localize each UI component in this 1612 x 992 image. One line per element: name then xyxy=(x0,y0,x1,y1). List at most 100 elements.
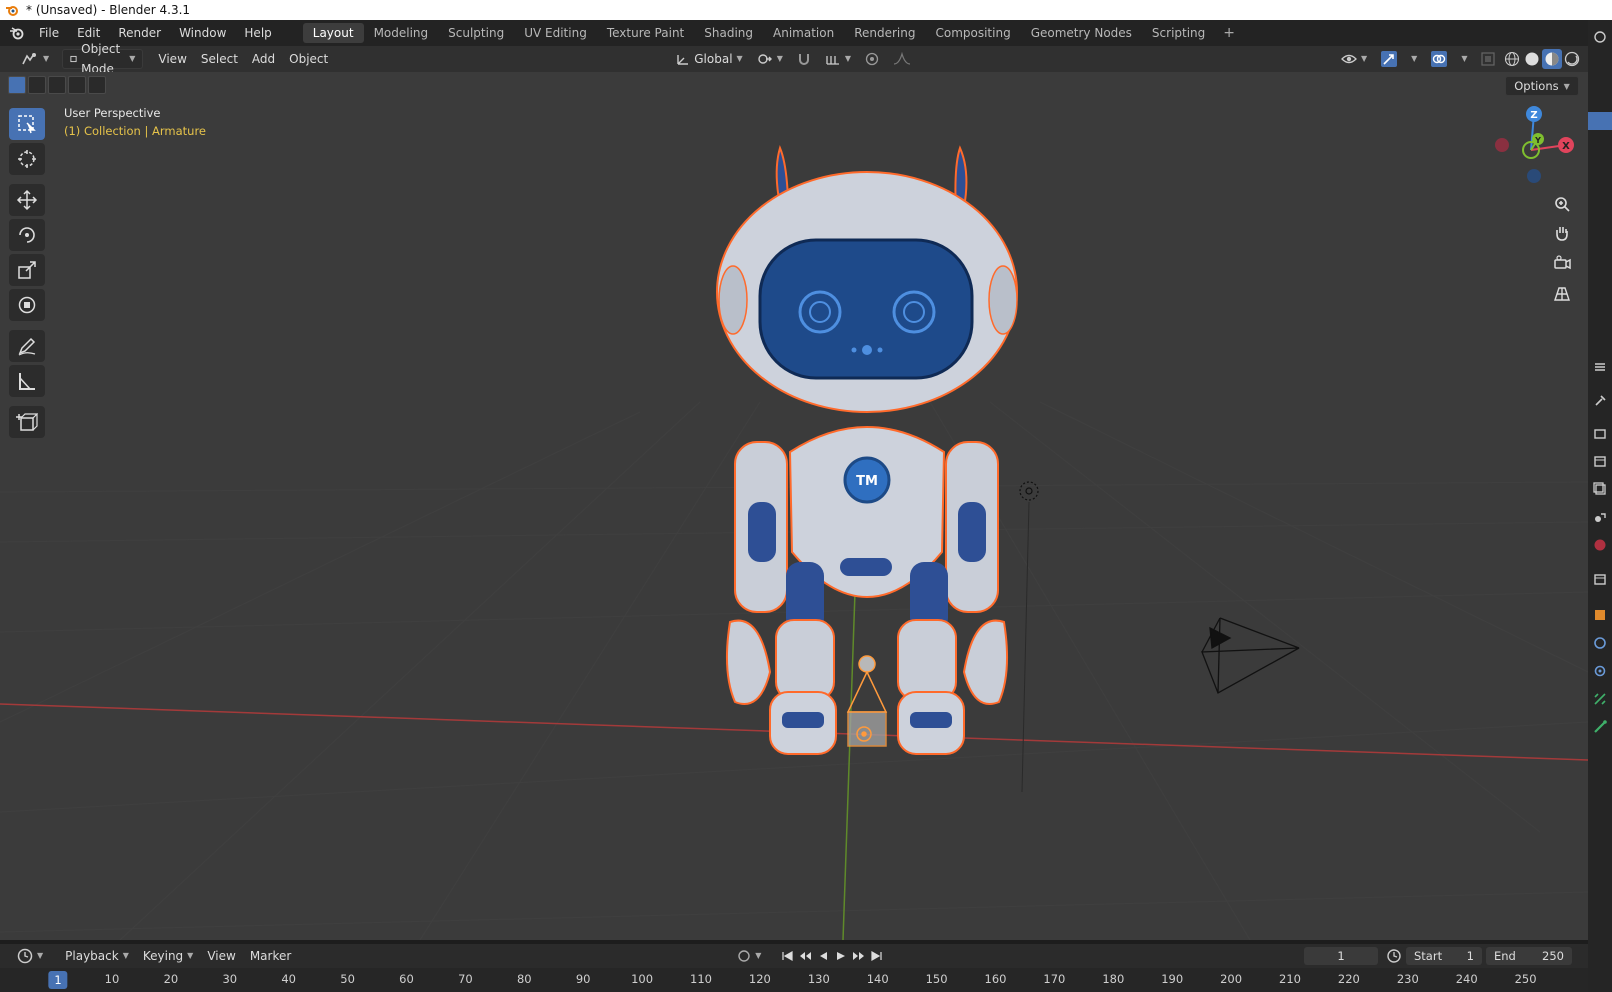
play-reverse-icon[interactable] xyxy=(814,947,832,965)
mode-selector[interactable]: Object Mode ▼ xyxy=(62,42,144,76)
timeline-frame-label: 140 xyxy=(866,972,889,986)
camera-view-icon[interactable] xyxy=(1549,250,1575,276)
properties-menu-icon[interactable] xyxy=(1591,358,1609,376)
rotate-tool[interactable] xyxy=(9,219,45,251)
jump-start-icon[interactable] xyxy=(778,947,796,965)
viewport-menu-select[interactable]: Select xyxy=(194,49,245,69)
scene-properties-icon[interactable] xyxy=(1591,508,1609,526)
modifier-properties-icon[interactable] xyxy=(1591,634,1609,652)
properties-strip xyxy=(1588,20,1612,992)
current-frame-indicator[interactable]: 1 xyxy=(48,971,68,989)
tab-modeling[interactable]: Modeling xyxy=(364,23,439,43)
timeline-menu-view[interactable]: View xyxy=(200,946,242,966)
tab-scripting[interactable]: Scripting xyxy=(1142,23,1215,43)
overlays-dropdown[interactable]: ▼ xyxy=(1454,49,1474,69)
jump-keyframe-back-icon[interactable] xyxy=(796,947,814,965)
select-intersect-icon[interactable] xyxy=(88,76,106,94)
tab-shading[interactable]: Shading xyxy=(694,23,763,43)
world-properties-icon[interactable] xyxy=(1591,536,1609,554)
snap-increment-icon xyxy=(826,56,839,65)
jump-keyframe-forward-icon[interactable] xyxy=(850,947,868,965)
ortho-grid-icon[interactable] xyxy=(1549,280,1575,306)
object-constraint-icon[interactable] xyxy=(1591,690,1609,708)
output-properties-icon[interactable] xyxy=(1591,452,1609,470)
tab-rendering[interactable]: Rendering xyxy=(844,23,925,43)
move-tool[interactable] xyxy=(9,184,45,216)
proportional-falloff-icon[interactable] xyxy=(886,49,918,69)
eye-icon xyxy=(1341,54,1357,64)
menu-file[interactable]: File xyxy=(30,22,68,44)
tab-sculpting[interactable]: Sculpting xyxy=(438,23,514,43)
select-set-icon[interactable] xyxy=(8,76,26,94)
cursor-tool[interactable] xyxy=(9,143,45,175)
start-frame-field[interactable]: Start 1 xyxy=(1406,947,1482,965)
object-data-armature-icon[interactable] xyxy=(1591,718,1609,736)
timeline-menu-marker[interactable]: Marker xyxy=(243,946,298,966)
select-extend-icon[interactable] xyxy=(28,76,46,94)
play-icon[interactable] xyxy=(832,947,850,965)
viewport-menu-object[interactable]: Object xyxy=(282,49,335,69)
object-properties-icon[interactable] xyxy=(1591,606,1609,624)
tool-properties-icon[interactable] xyxy=(1591,392,1609,410)
menu-window[interactable]: Window xyxy=(170,22,235,44)
3d-viewport[interactable]: TM Z X Y xyxy=(0,72,1588,940)
outliner-edge-icon[interactable] xyxy=(1591,28,1609,46)
collection-properties-icon[interactable] xyxy=(1591,570,1609,588)
timeline-frame-label: 40 xyxy=(281,972,297,986)
overlays-toggle[interactable] xyxy=(1424,49,1454,69)
timeline-frame-label: 70 xyxy=(458,972,473,986)
add-cube-tool[interactable] xyxy=(9,406,45,438)
select-box-tool[interactable] xyxy=(9,108,45,140)
transform-tool[interactable] xyxy=(9,289,45,321)
gizmo-toggle[interactable] xyxy=(1374,49,1404,69)
snap-target-dropdown[interactable]: ▼ xyxy=(818,49,858,69)
timeline-menu-keying[interactable]: Keying ▼ xyxy=(136,946,200,966)
zoom-icon[interactable] xyxy=(1549,191,1575,217)
visibility-dropdown[interactable]: ▼ xyxy=(1334,49,1374,69)
snap-toggle[interactable] xyxy=(790,49,818,69)
blender-menu-icon[interactable] xyxy=(4,20,30,46)
tool-shelf xyxy=(9,108,45,441)
viewport-menu-view[interactable]: View xyxy=(151,49,193,69)
physics-properties-icon[interactable] xyxy=(1591,662,1609,680)
shading-wireframe[interactable] xyxy=(1502,49,1522,69)
tab-texture-paint[interactable]: Texture Paint xyxy=(597,23,694,43)
scale-tool[interactable] xyxy=(9,254,45,286)
select-subtract-icon[interactable] xyxy=(48,76,66,94)
shading-rendered[interactable] xyxy=(1562,49,1582,69)
timeline-editor-type-icon[interactable]: ▼ xyxy=(10,946,50,966)
timeline-frame-label: 250 xyxy=(1514,972,1537,986)
auto-keying-toggle[interactable]: ▼ xyxy=(730,946,768,966)
shading-material-preview[interactable] xyxy=(1542,49,1563,69)
timeline-menu-playback[interactable]: Playback ▼ xyxy=(58,946,136,966)
timeline-ruler[interactable]: 1 10 20 30 40 50 60 70 80 90 100 110 120 130 140 150 16… xyxy=(0,968,1588,992)
jump-end-icon[interactable] xyxy=(868,947,886,965)
shading-solid[interactable] xyxy=(1522,49,1542,69)
options-dropdown[interactable]: Options ▼ xyxy=(1505,76,1579,96)
select-invert-icon[interactable] xyxy=(68,76,86,94)
proportional-edit-toggle[interactable] xyxy=(858,49,886,69)
tab-compositing[interactable]: Compositing xyxy=(925,23,1020,43)
xray-toggle[interactable] xyxy=(1474,49,1502,69)
tab-geometry-nodes[interactable]: Geometry Nodes xyxy=(1021,23,1142,43)
menu-help[interactable]: Help xyxy=(235,22,280,44)
render-properties-icon[interactable] xyxy=(1591,424,1609,442)
transform-orientation-dropdown[interactable]: Global ▼ xyxy=(669,49,749,69)
gizmo-dropdown[interactable]: ▼ xyxy=(1404,49,1424,69)
active-context: (1) Collection | Armature xyxy=(64,124,207,138)
add-workspace-icon[interactable]: + xyxy=(1215,25,1243,41)
annotate-tool[interactable] xyxy=(9,330,45,362)
tab-uv-editing[interactable]: UV Editing xyxy=(514,23,597,43)
tab-layout[interactable]: Layout xyxy=(302,23,364,43)
view-layer-properties-icon[interactable] xyxy=(1591,480,1609,498)
tab-animation[interactable]: Animation xyxy=(763,23,844,43)
outliner-selected-row[interactable] xyxy=(1588,112,1612,130)
preview-range-clock-icon[interactable] xyxy=(1386,948,1402,967)
pan-hand-icon[interactable] xyxy=(1549,220,1575,246)
current-frame-field[interactable]: 1 xyxy=(1304,947,1378,965)
measure-tool[interactable] xyxy=(9,365,45,397)
pivot-point-dropdown[interactable]: ▼ xyxy=(750,49,790,69)
viewport-menu-add[interactable]: Add xyxy=(245,49,282,69)
editor-type-icon[interactable]: ▼ xyxy=(14,49,56,69)
end-frame-field[interactable]: End 250 xyxy=(1486,947,1572,965)
